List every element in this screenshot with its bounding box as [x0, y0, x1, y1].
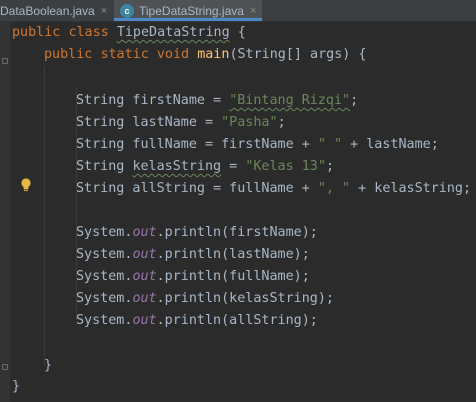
code-line-println: System.out.println(firstName); [76, 225, 318, 240]
code-line-println: System.out.println(kelasString); [76, 291, 334, 306]
code-line-4: String firstName = "Bintang Rizqi"; [76, 93, 359, 108]
code-editor[interactable]: public class TipeDataString { public sta… [0, 22, 476, 402]
java-class-icon: c [120, 3, 134, 18]
class-closing-brace: } [12, 379, 21, 394]
tab-label: TipeDataString.java [139, 3, 244, 18]
close-icon[interactable]: × [101, 5, 107, 17]
fold-marker-icon[interactable] [2, 58, 8, 64]
code-line-println: System.out.println(lastName); [76, 247, 310, 262]
code-line-println: System.out.println(fullName); [76, 269, 310, 284]
tab-tipedatastring[interactable]: c TipeDataString.java × [114, 0, 263, 21]
editor-tab-bar: DataBoolean.java × c TipeDataString.java… [0, 0, 476, 22]
tab-databoolean[interactable]: DataBoolean.java × [0, 0, 107, 21]
method-name: main [197, 47, 230, 62]
editor-gutter [0, 22, 10, 402]
lightbulb-icon[interactable] [20, 178, 32, 192]
code-line-2: public static void main(String[] args) { [44, 47, 367, 62]
code-line-6: String fullName = firstName + " " + last… [76, 137, 439, 152]
class-name: TipeDataString [116, 25, 230, 40]
code-line-7: String kelasString = "Kelas 13"; [76, 159, 334, 174]
code-line-5: String lastName = "Pasha"; [76, 115, 286, 130]
code-line-1: public class TipeDataString { [12, 25, 246, 40]
code-line-println: System.out.println(allString); [76, 313, 318, 328]
close-icon[interactable]: × [250, 5, 256, 17]
indent-guide [44, 66, 45, 366]
fold-marker-icon[interactable] [2, 364, 8, 370]
method-closing-brace: } [44, 358, 53, 373]
code-line-8: String allString = fullName + ", " + kel… [76, 181, 472, 196]
tab-label: DataBoolean.java [0, 3, 95, 18]
